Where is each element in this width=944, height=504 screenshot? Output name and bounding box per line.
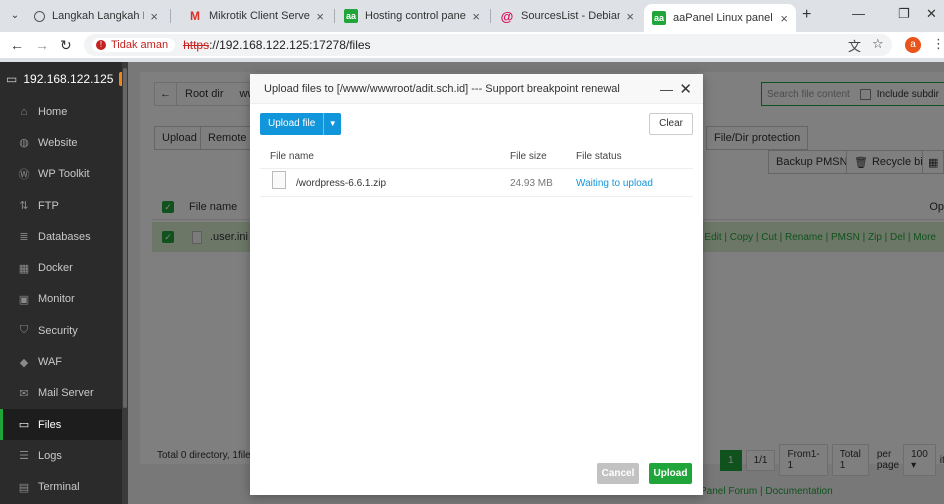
debian-icon: @ [500,8,514,24]
sidebar-item-home[interactable]: ⌂ Home [0,96,122,127]
wordpress-icon: Ⓦ [18,169,30,182]
database-icon: ≣ [19,231,29,244]
chevron-down-icon[interactable]: ▼ [323,113,341,135]
sidebar-item-docker[interactable]: ▦ Docker [0,252,122,283]
scrollbar-thumb[interactable] [123,68,127,408]
waf-icon: ◆ [19,356,29,369]
computer-icon: ▭ [6,72,18,86]
sidebar-item-ftp[interactable]: ⇅ FTP [0,190,122,221]
upload-dialog: Upload files to [/www/wwwroot/adit.sch.i… [250,74,703,495]
close-icon[interactable]: × [626,9,634,24]
bookmark-star-icon[interactable]: ☆ [872,36,884,52]
forward-icon[interactable]: → [35,37,49,53]
window-close-icon[interactable]: ✕ [926,6,937,22]
tab-langkah[interactable]: Langkah Langkah Instalasi d × [26,4,166,28]
monitor-icon: ▣ [18,293,30,306]
url-field[interactable]: ! Tidak aman https ://192.168.122.125:17… [84,34,892,56]
upload-file-button[interactable]: Upload file ▼ [260,113,342,135]
address-bar-row: ← → ↻ ! Tidak aman https ://192.168.122.… [0,32,944,58]
aapanel-icon: aa [652,11,666,25]
sidebar-item-website[interactable]: ◍ Website [0,127,122,158]
minimize-dialog-icon[interactable]: — [660,82,673,97]
terminal-icon: ▤ [18,481,30,494]
cancel-button[interactable]: Cancel [597,463,639,484]
shield-icon: ⛉ [19,324,29,337]
aapanel-icon: aa [344,9,358,23]
file-icon [272,171,286,189]
close-icon[interactable]: × [780,11,788,26]
tab-strip: ⌄ Langkah Langkah Instalasi d × M Mikrot… [0,0,944,32]
tab-debian[interactable]: @ SourcesList - Debian Wiki × [492,4,642,28]
tab-mikrotik[interactable]: M Mikrotik Client Server login d × [180,4,332,28]
warning-icon: ! [96,40,106,50]
reload-icon[interactable]: ↻ [60,37,72,54]
home-icon: ⌂ [20,105,28,118]
sidebar-item-monitor[interactable]: ▣ Monitor [0,284,122,315]
new-tab-icon[interactable]: + [802,6,811,24]
logs-icon: ☰ [19,450,29,463]
sidebar-item-files[interactable]: ▭ Files [0,408,122,441]
tab-aapanel[interactable]: aa aaPanel Linux panel × [644,4,796,32]
minimize-icon[interactable]: — [852,6,865,21]
folder-icon: ▭ [18,419,30,432]
menu-kebab-icon[interactable]: ⋮ [932,36,944,52]
sidebar-item-logs[interactable]: ☰ Logs [0,440,122,471]
tab-search-icon[interactable]: ⌄ [6,7,24,25]
table-row: /wordpress-6.6.1.zip 24.93 MB Waiting to… [260,171,693,197]
close-dialog-icon[interactable]: ✕ [679,80,692,98]
sidebar-item-databases[interactable]: ≣ Databases [0,221,122,252]
profile-avatar[interactable]: a [905,37,921,53]
upload-button[interactable]: Upload [649,463,692,484]
clear-button[interactable]: Clear [649,113,693,135]
sidebar-item-wp-toolkit[interactable]: Ⓦ WP Toolkit [0,159,122,190]
dialog-title: Upload files to [/www/wwwroot/adit.sch.i… [250,74,703,104]
sidebar-item-waf[interactable]: ◆ WAF [0,346,122,377]
translate-icon[interactable]: 文 [848,36,861,55]
server-header[interactable]: ▭ 192.168.122.125 0 [0,62,133,96]
gmail-icon: M [190,9,200,23]
sidebar-item-terminal[interactable]: ▤ Terminal [0,472,122,503]
sidebar: ▭ 192.168.122.125 0 ⌂Home ◍Website ⓌWP T… [0,62,133,504]
globe-icon [34,10,45,22]
ftp-icon: ⇅ [19,200,29,213]
close-icon[interactable]: × [316,9,324,24]
sidebar-item-mail-server[interactable]: ✉ Mail Server [0,378,122,409]
docker-icon: ▦ [18,262,30,275]
tab-hosting[interactable]: aa Hosting control panel - Dow × [336,4,488,28]
back-icon[interactable]: ← [10,37,24,53]
mail-icon: ✉ [19,387,29,400]
globe-icon: ◍ [19,137,29,150]
upload-table-header: File name File size File status [260,144,693,169]
restore-icon[interactable]: ❐ [898,6,910,22]
sidebar-item-security[interactable]: ⛉ Security [0,315,122,346]
close-icon[interactable]: × [472,9,480,24]
security-indicator[interactable]: ! Tidak aman [92,38,176,52]
close-icon[interactable]: × [150,9,158,24]
